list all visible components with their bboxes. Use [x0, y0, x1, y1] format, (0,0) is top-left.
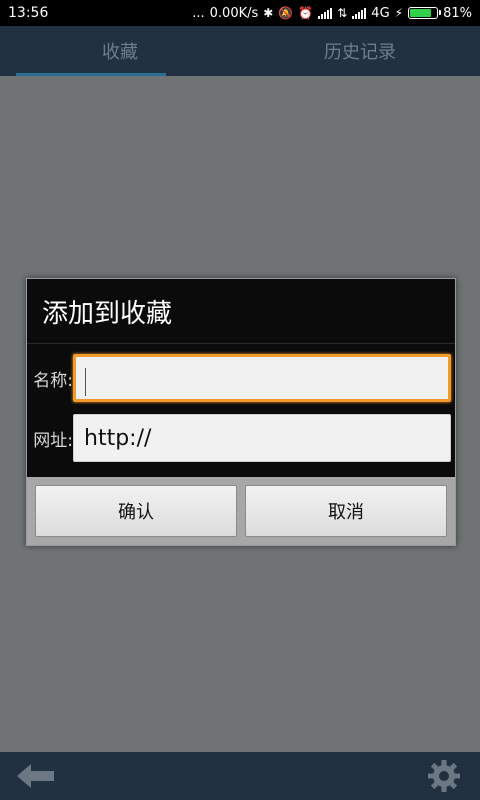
battery-fill: [410, 9, 432, 17]
tab-favorites[interactable]: 收藏: [0, 26, 240, 76]
signal-icon-2: [352, 7, 367, 19]
tab-history[interactable]: 历史记录: [240, 26, 480, 76]
url-row: 网址:: [27, 411, 455, 465]
battery-percent: 81%: [443, 5, 472, 21]
add-favorite-dialog: 添加到收藏 名称: 网址: 确认 取消: [26, 278, 456, 546]
bluetooth-icon: ✱: [263, 6, 274, 20]
name-row: 名称:: [27, 351, 455, 405]
status-icons: ... 0.00K/s ✱ 🔕 ⏰ ⇅ 4G ⚡ 81%: [192, 6, 472, 21]
name-input[interactable]: [73, 354, 451, 402]
text-cursor: [85, 368, 86, 396]
url-input-wrap: [73, 414, 455, 462]
url-label: 网址:: [33, 430, 73, 451]
notification-dots: ...: [192, 5, 205, 21]
back-arrow-icon[interactable]: [16, 756, 56, 796]
battery-icon: [408, 7, 442, 19]
data-transfer-icon: ⇅: [337, 6, 348, 20]
charging-icon: ⚡: [394, 6, 404, 20]
signal-icon: [318, 7, 333, 19]
network-type: 4G: [371, 5, 390, 21]
status-bar: 13:56 ... 0.00K/s ✱ 🔕 ⏰ ⇅ 4G ⚡ 81%: [0, 0, 480, 26]
url-input[interactable]: [73, 414, 451, 462]
settings-gear-icon[interactable]: [424, 756, 464, 796]
status-time: 13:56: [8, 5, 49, 21]
cancel-button[interactable]: 取消: [245, 485, 447, 537]
dialog-title: 添加到收藏: [27, 279, 455, 344]
alarm-icon: ⏰: [298, 6, 314, 20]
name-label: 名称:: [33, 370, 73, 391]
bottom-bar: [0, 752, 480, 800]
tab-bar: 收藏 历史记录: [0, 26, 480, 76]
name-input-wrap: [73, 354, 455, 402]
tab-history-label: 历史记录: [324, 42, 396, 63]
confirm-button[interactable]: 确认: [35, 485, 237, 537]
network-speed: 0.00K/s: [209, 5, 259, 21]
tab-favorites-label: 收藏: [102, 42, 138, 63]
mute-icon: 🔕: [278, 6, 294, 20]
dialog-button-bar: 确认 取消: [27, 477, 455, 545]
